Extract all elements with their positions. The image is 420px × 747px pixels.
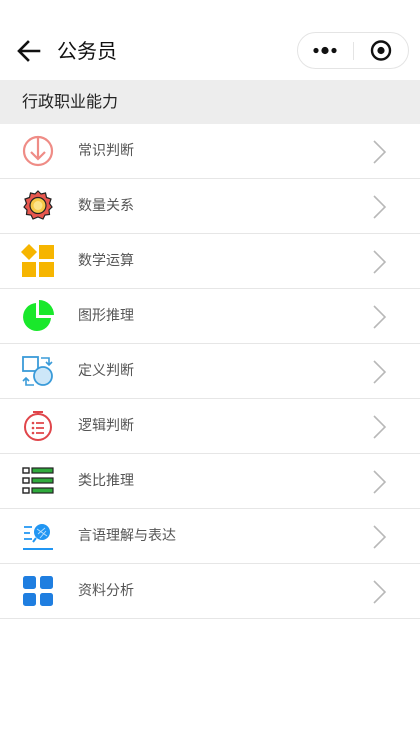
target-close-icon xyxy=(370,40,392,61)
list-item-label: 常识判断 xyxy=(78,143,134,159)
back-button[interactable] xyxy=(14,36,44,66)
award-medal-icon xyxy=(23,190,53,220)
sync-shapes-icon xyxy=(22,356,53,386)
chevron-right-icon xyxy=(373,305,387,329)
chevron-right-icon xyxy=(373,140,387,164)
close-button[interactable] xyxy=(354,33,409,68)
list-item-data-analysis[interactable]: 资料分析 xyxy=(0,564,420,619)
list-item-verbal-comprehension[interactable]: 言语理解与表达 xyxy=(0,509,420,564)
grid-diamond-icon xyxy=(21,244,54,277)
list-item-label: 逻辑判断 xyxy=(78,418,134,434)
checklist-icon xyxy=(22,467,54,494)
chevron-right-icon xyxy=(373,360,387,384)
list-item-analogy-reasoning[interactable]: 类比推理 xyxy=(0,454,420,509)
chevron-right-icon xyxy=(373,195,387,219)
list-item-math-operation[interactable]: 数学运算 xyxy=(0,234,420,289)
section-header: 行政职业能力 xyxy=(0,80,420,124)
list-item-label: 数量关系 xyxy=(78,198,134,214)
alarm-list-icon xyxy=(24,411,52,441)
four-squares-icon xyxy=(23,576,53,606)
page-title: 公务员 xyxy=(57,39,117,63)
chevron-right-icon xyxy=(373,250,387,274)
list-item-quantitative[interactable]: 数量关系 xyxy=(0,179,420,234)
arrow-left-icon xyxy=(17,40,41,62)
category-list: 常识判断 数量关系 数学运算 图形推理 定义判断 逻辑判断 类比推理 言语理解与… xyxy=(0,124,420,619)
list-item-label: 言语理解与表达 xyxy=(78,528,176,544)
more-button[interactable] xyxy=(298,33,353,68)
navigation-bar: 公务员 xyxy=(0,0,420,80)
list-item-label: 类比推理 xyxy=(78,473,134,489)
mini-program-capsule xyxy=(297,32,409,69)
list-item-common-sense[interactable]: 常识判断 xyxy=(0,124,420,179)
list-item-label: 数学运算 xyxy=(78,253,134,269)
chevron-right-icon xyxy=(373,415,387,439)
list-item-label: 资料分析 xyxy=(78,583,134,599)
list-item-label: 定义判断 xyxy=(78,363,134,379)
circle-down-arrow-icon xyxy=(22,135,54,167)
chevron-right-icon xyxy=(373,470,387,494)
search-text-icon xyxy=(23,524,53,550)
list-item-logic-judgment[interactable]: 逻辑判断 xyxy=(0,399,420,454)
pie-chart-icon xyxy=(23,300,54,331)
more-dots-icon xyxy=(313,46,337,55)
list-item-definition-judgment[interactable]: 定义判断 xyxy=(0,344,420,399)
list-item-figure-reasoning[interactable]: 图形推理 xyxy=(0,289,420,344)
section-title: 行政职业能力 xyxy=(22,92,119,111)
list-item-label: 图形推理 xyxy=(78,308,134,324)
chevron-right-icon xyxy=(373,580,387,604)
chevron-right-icon xyxy=(373,525,387,549)
